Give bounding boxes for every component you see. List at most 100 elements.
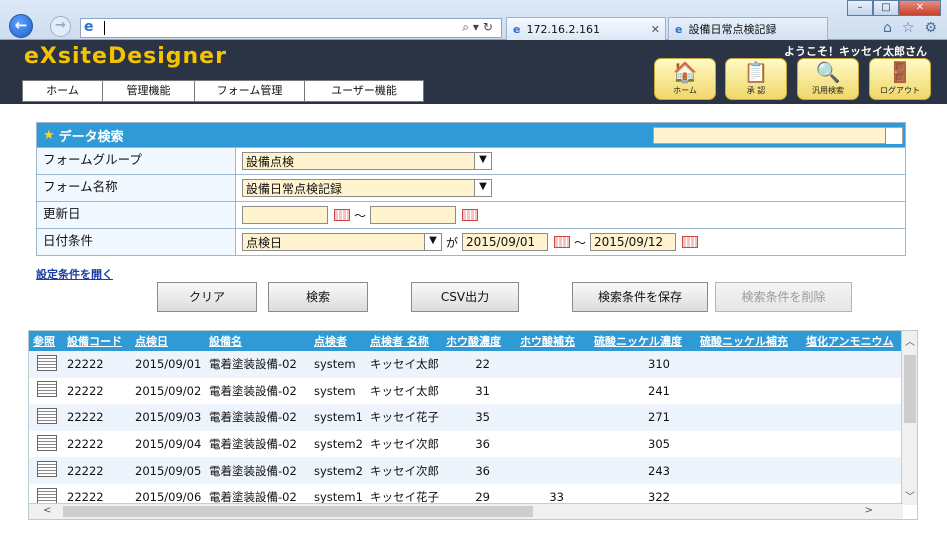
magnifier-icon: 🔍 <box>815 60 841 84</box>
document-icon[interactable] <box>37 434 57 451</box>
cell-nickel-sulfate-conc: 310 <box>648 357 670 372</box>
cell-equipment-name: 電着塗装設備-02 <box>209 437 297 452</box>
form-group-select[interactable]: 設備点検 ▼ <box>242 152 492 170</box>
table-row[interactable]: 22222 2015/09/01 電着塗装設備-02 system キッセイ太郎… <box>29 351 917 378</box>
logout-icon: 🚪 <box>887 60 913 84</box>
chevron-right-icon[interactable]: > <box>865 505 873 516</box>
generic-search-nav-button[interactable]: 🔍 汎用検索 <box>797 58 859 100</box>
csv-export-button[interactable]: CSV出力 <box>411 282 519 312</box>
ie-tab-icon: e <box>675 22 683 36</box>
calendar-icon[interactable] <box>334 209 350 221</box>
chevron-down-icon: ▼ <box>474 153 491 169</box>
maximize-button[interactable]: □ <box>873 0 899 16</box>
close-window-button[interactable]: ✕ <box>899 0 941 16</box>
calendar-icon[interactable] <box>554 236 571 248</box>
updated-date-row: 更新日 ～ <box>37 201 905 228</box>
forward-button[interactable]: → <box>50 16 71 37</box>
date-to-input[interactable]: 2015/09/12 <box>590 233 677 251</box>
search-panel-title: ★ データ検索 ▼ <box>37 123 905 147</box>
approve-nav-button[interactable]: 📋 承 認 <box>725 58 787 100</box>
address-bar[interactable]: e ⌕▾↻ <box>80 18 502 38</box>
form-name-select[interactable]: 設備日常点検記録 ▼ <box>242 179 492 197</box>
col-header-nickel-sulfate-conc[interactable]: 硫酸ニッケル濃度 <box>594 333 682 349</box>
cell-equipment-code: 22222 <box>67 437 104 452</box>
col-header-boric-acid-conc[interactable]: ホウ酸濃度 <box>446 333 501 349</box>
col-header-boric-acid-refill[interactable]: ホウ酸補充 <box>520 333 575 349</box>
cell-equipment-code: 22222 <box>67 383 104 398</box>
grid-body: 22222 2015/09/01 電着塗装設備-02 system キッセイ太郎… <box>29 351 917 511</box>
browser-tab-2[interactable]: e 設備日常点検記録 <box>668 17 828 40</box>
updated-to-input[interactable] <box>370 206 457 224</box>
col-header-inspector-name[interactable]: 点検者 名称 <box>370 333 429 349</box>
app-logo: eXsiteDesigner <box>24 44 227 69</box>
table-row[interactable]: 22222 2015/09/05 電着塗装設備-02 system2 キッセイ次… <box>29 457 917 484</box>
table-row[interactable]: 22222 2015/09/03 電着塗装設備-02 system1 キッセイ花… <box>29 404 917 431</box>
saved-condition-select[interactable]: ▼ <box>653 127 903 144</box>
delete-condition-button: 検索条件を削除 <box>715 282 852 312</box>
col-header-equipment-name[interactable]: 設備名 <box>209 333 242 349</box>
address-tools[interactable]: ⌕▾↻ <box>462 20 497 35</box>
cell-equipment-name: 電着塗装設備-02 <box>209 463 297 478</box>
cell-inspection-date: 2015/09/04 <box>135 437 202 452</box>
document-icon[interactable] <box>37 407 57 424</box>
document-icon[interactable] <box>37 354 57 371</box>
chevron-down-icon: ▼ <box>474 180 491 196</box>
chevron-left-icon[interactable]: < <box>43 505 51 516</box>
back-button[interactable]: ← <box>9 14 33 38</box>
menu-item-form-management[interactable]: フォーム管理 <box>195 81 305 101</box>
range-separator: ～ <box>574 235 587 250</box>
home-icon[interactable]: ⌂ <box>883 20 892 36</box>
cell-equipment-name: 電着塗装設備-02 <box>209 357 297 372</box>
document-icon[interactable] <box>37 461 57 478</box>
cell-inspector: system <box>314 383 356 398</box>
col-header-ref[interactable]: 参照 <box>33 333 55 349</box>
welcome-text: ようこそ！キッセイ太郎さん <box>784 45 927 58</box>
cell-inspector-name: キッセイ次郎 <box>370 463 439 478</box>
favorites-star-icon[interactable]: ☆ <box>902 20 915 36</box>
date-from-input[interactable]: 2015/09/01 <box>462 233 549 251</box>
calendar-icon[interactable] <box>462 209 479 221</box>
updated-from-input[interactable] <box>242 206 328 224</box>
chevron-up-icon[interactable]: ︿ <box>905 333 915 348</box>
document-icon[interactable] <box>37 381 57 398</box>
col-header-ammonium-chloride[interactable]: 塩化アンモニウム <box>806 333 894 349</box>
ie-tab-icon: e <box>513 22 521 36</box>
ga-text: が <box>446 235 459 250</box>
document-icon[interactable] <box>37 487 57 504</box>
cell-inspection-date: 2015/09/02 <box>135 383 202 398</box>
open-conditions-link[interactable]: 設定条件を開く <box>36 266 113 282</box>
settings-gear-icon[interactable]: ⚙ <box>924 20 937 36</box>
logout-nav-label: ログアウト <box>880 86 920 95</box>
minimize-button[interactable]: – <box>847 0 873 16</box>
browser-tab-1[interactable]: e 172.16.2.161 ✕ <box>506 17 666 40</box>
form-group-value: 設備点検 <box>246 154 295 169</box>
col-header-nickel-sulfate-refill[interactable]: 硫酸ニッケル補充 <box>700 333 788 349</box>
save-condition-button[interactable]: 検索条件を保存 <box>572 282 708 312</box>
menu-item-home[interactable]: ホーム <box>23 81 103 101</box>
clear-button[interactable]: クリア <box>157 282 257 312</box>
col-header-inspector[interactable]: 点検者 <box>314 333 347 349</box>
cell-inspector: system1 <box>314 410 363 425</box>
vertical-scrollbar[interactable]: ︿ ﹀ <box>901 331 917 505</box>
date-condition-select[interactable]: 点検日 ▼ <box>242 233 442 251</box>
table-row[interactable]: 22222 2015/09/04 電着塗装設備-02 system2 キッセイ次… <box>29 430 917 458</box>
cell-nickel-sulfate-conc: 305 <box>648 437 670 452</box>
home-nav-button[interactable]: 🏠 ホーム <box>654 58 716 100</box>
tab-close-icon[interactable]: ✕ <box>651 23 660 36</box>
table-row[interactable]: 22222 2015/09/02 電着塗装設備-02 system キッセイ太郎… <box>29 377 917 405</box>
form-name-value: 設備日常点検記録 <box>246 181 343 196</box>
cell-boric-acid-conc: 31 <box>475 383 490 398</box>
col-header-equipment-code[interactable]: 設備コード <box>67 333 122 349</box>
col-header-inspection-date[interactable]: 点検日 <box>135 333 168 349</box>
logout-nav-button[interactable]: 🚪 ログアウト <box>869 58 931 100</box>
chevron-down-icon[interactable]: ﹀ <box>905 488 915 503</box>
horizontal-scrollbar[interactable]: < > <box>29 503 903 519</box>
calendar-icon[interactable] <box>682 236 699 248</box>
menu-item-user-functions[interactable]: ユーザー機能 <box>305 81 423 101</box>
horizontal-scroll-thumb[interactable] <box>63 506 533 517</box>
vertical-scroll-thumb[interactable] <box>904 355 916 423</box>
app-window: eXsiteDesigner ようこそ！キッセイ太郎さん ホーム 管理機能 フォ… <box>0 40 947 542</box>
star-icon: ★ <box>43 127 55 143</box>
search-button[interactable]: 検索 <box>268 282 368 312</box>
menu-item-admin[interactable]: 管理機能 <box>103 81 195 101</box>
